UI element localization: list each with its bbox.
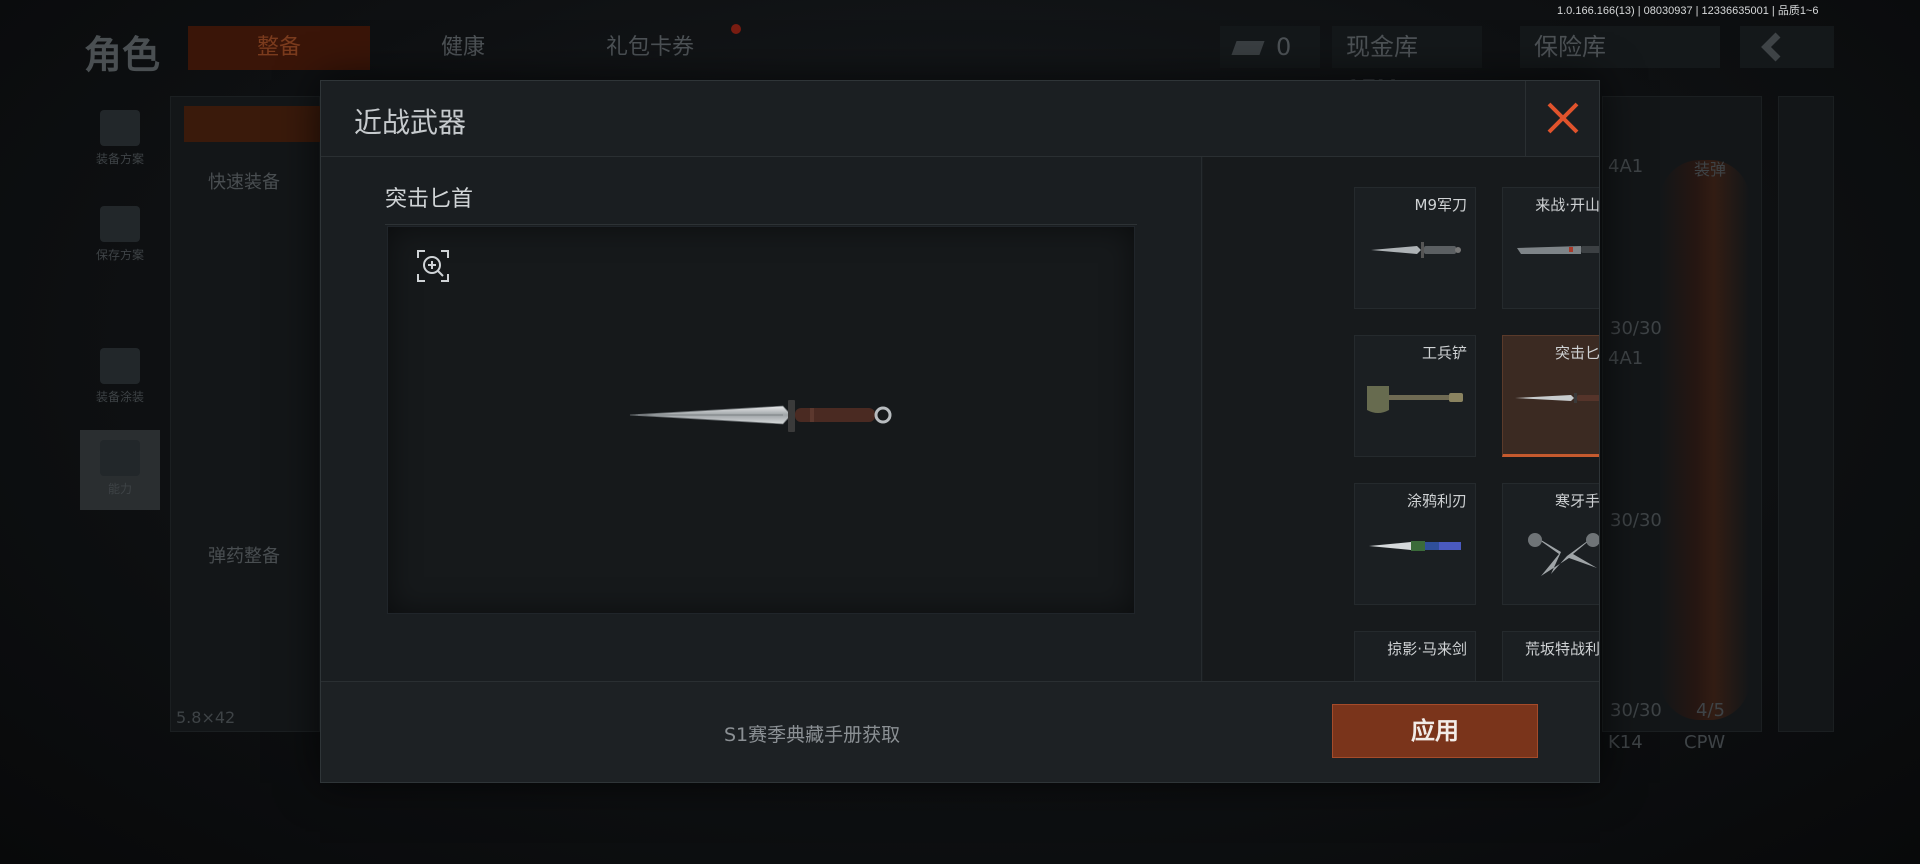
sidebar-ability[interactable]: 能力 xyxy=(80,430,160,510)
dialog-footer: S1赛季典藏手册获取 应用 xyxy=(321,681,1599,782)
ammo-equip-button[interactable]: 弹药整备 xyxy=(208,542,280,568)
ticket-icon xyxy=(1231,41,1265,55)
claw-icon xyxy=(1528,533,1599,576)
tab-gift-cards[interactable]: 礼包卡券 xyxy=(560,26,740,70)
slot-label: 4A1 xyxy=(1608,156,1644,177)
page-title: 角色 xyxy=(84,33,161,77)
zoom-in-button[interactable] xyxy=(416,249,450,283)
divider xyxy=(385,224,1137,225)
sidebar-save-plan[interactable]: 保存方案 xyxy=(80,196,160,276)
rifle-image xyxy=(1660,160,1750,720)
sidebar-label: 能力 xyxy=(107,482,132,496)
zoom-in-icon xyxy=(417,250,449,282)
slot-label: CPW xyxy=(1684,732,1726,753)
weapon-card-assault-dagger[interactable]: 突击匕首 xyxy=(1502,335,1599,457)
ammo-count: 30/30 xyxy=(1610,510,1662,531)
sidebar-label: 装备涂装 xyxy=(95,390,144,404)
close-button[interactable] xyxy=(1525,81,1599,157)
tab-prep[interactable]: 整备 xyxy=(188,26,370,70)
insurance-vault[interactable]: 保险库 xyxy=(1520,26,1720,68)
quick-equip-button[interactable]: 快速装备 xyxy=(208,168,280,194)
tab-health[interactable]: 健康 xyxy=(388,26,538,70)
ammo-count: 30/30 xyxy=(1610,700,1662,721)
dialog-title: 近战武器 xyxy=(354,106,467,139)
notification-dot xyxy=(731,24,741,34)
slot-label: 4A1 xyxy=(1608,348,1644,369)
vest-icon xyxy=(100,110,140,146)
ammo-count: 30/30 xyxy=(1610,318,1662,339)
vertical-divider xyxy=(1201,157,1202,757)
back-arrow-icon xyxy=(1761,32,1781,62)
weapon-label: M9军刀 xyxy=(1414,196,1468,214)
dialog-header: 近战武器 xyxy=(321,81,1599,157)
sidebar-label: 保存方案 xyxy=(95,248,144,262)
currency-display: 0 xyxy=(1220,26,1320,68)
weapon-card-graffiti-blade[interactable]: 涂鸦利刃 xyxy=(1354,483,1476,605)
helmet-icon xyxy=(100,348,140,384)
close-icon xyxy=(1547,102,1579,134)
sidebar-skin[interactable]: 装备涂装 xyxy=(80,338,160,418)
knife-icon xyxy=(1371,242,1461,258)
sidebar-equip-plan[interactable]: 装备方案 xyxy=(80,100,160,180)
weapon-card-m9[interactable]: M9军刀 xyxy=(1354,187,1476,309)
version-info: 1.0.166.166(13) | 08030937 | 12336635001… xyxy=(1557,5,1819,17)
download-icon xyxy=(100,206,140,242)
weapon-preview[interactable] xyxy=(387,226,1135,614)
slot-label: 装弹 xyxy=(1694,160,1727,179)
graffiti-blade-icon xyxy=(1369,541,1461,551)
acquire-source: S1赛季典藏手册获取 xyxy=(724,724,901,746)
machete-icon xyxy=(1517,246,1599,254)
weapon-label: 工兵铲 xyxy=(1421,344,1467,362)
apply-button[interactable]: 应用 xyxy=(1332,704,1538,758)
game-screen: 1.0.166.166(13) | 08030937 | 12336635001… xyxy=(0,0,1920,864)
weapon-label: 突击匕首 xyxy=(1554,344,1599,362)
lightning-icon xyxy=(100,440,140,476)
shovel-icon xyxy=(1367,386,1463,413)
weapon-label: 寒牙手刺 xyxy=(1554,492,1599,510)
weapon-label: 掠影·马来剑 xyxy=(1387,640,1467,658)
weapon-grid[interactable]: M9军刀 来战·开山刀 工兵铲 xyxy=(1203,157,1599,733)
melee-weapon-dialog: 近战武器 突击匕首 M9军刀 来战·开山 工兵铲 突击匕 涂鸦利刃 寒牙手 掠影… xyxy=(320,80,1600,783)
back-button[interactable] xyxy=(1740,26,1834,68)
caliber-label: 5.8×42 xyxy=(176,708,236,727)
sidebar-label: 装备方案 xyxy=(95,152,144,166)
weapon-label: 涂鸦利刃 xyxy=(1406,492,1467,510)
currency-value: 0 xyxy=(1276,33,1292,61)
cash-vault[interactable]: 现金库 17M xyxy=(1332,26,1482,103)
weapon-card-machete[interactable]: 来战·开山刀 xyxy=(1502,187,1599,309)
slot-label: K14 xyxy=(1608,732,1643,753)
weapon-card-claw[interactable]: 寒牙手刺 xyxy=(1502,483,1599,605)
dagger-icon xyxy=(629,400,892,432)
side-slot-panel xyxy=(1778,96,1834,732)
weapon-card-shovel[interactable]: 工兵铲 xyxy=(1354,335,1476,457)
mag-count: 4/5 xyxy=(1696,700,1725,721)
loadout-value-badge xyxy=(184,106,320,142)
weapon-label: 荒坂特战利刃 xyxy=(1524,640,1599,658)
weapon-label: 来战·开山刀 xyxy=(1535,196,1599,214)
preview-weapon-name: 突击匕首 xyxy=(385,187,474,212)
dagger-icon xyxy=(1515,393,1599,403)
